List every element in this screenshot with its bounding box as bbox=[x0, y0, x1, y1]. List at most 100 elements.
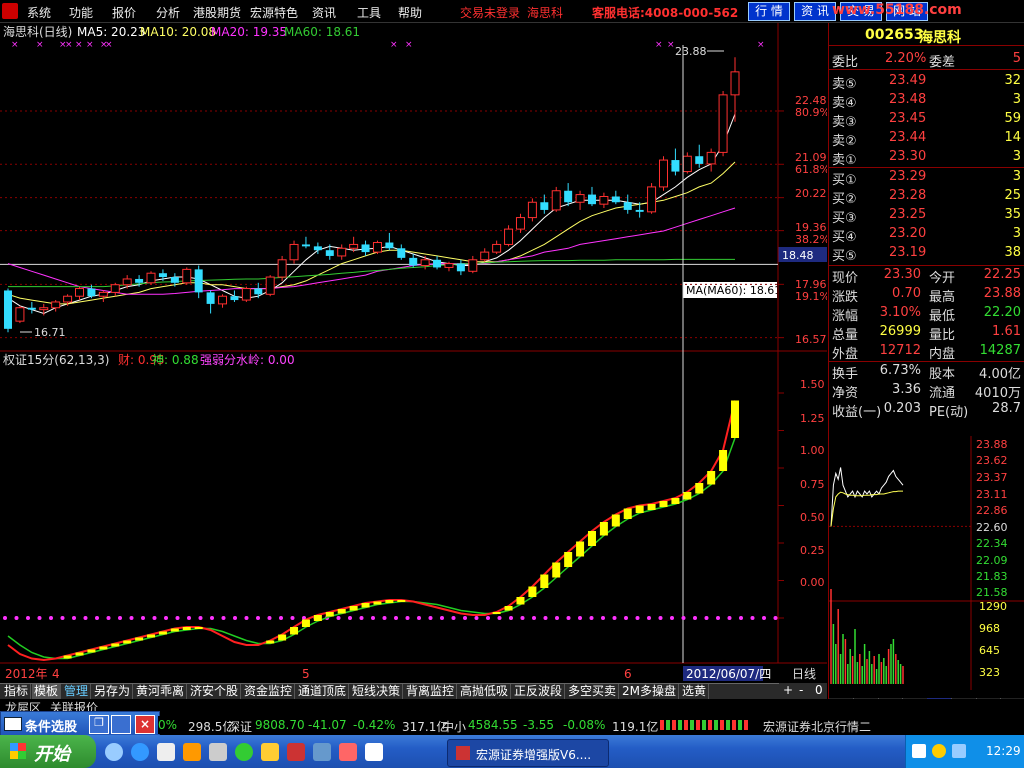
restore-icon[interactable]: ❐ bbox=[89, 715, 109, 734]
app-launch-icon[interactable] bbox=[365, 743, 383, 761]
app-launch-icon[interactable] bbox=[287, 743, 305, 761]
mini-tick: 23.11 bbox=[976, 488, 1008, 501]
indicator-tab[interactable]: 黄河乖离 bbox=[134, 684, 188, 699]
candle-body bbox=[146, 272, 156, 284]
app-launch-icon[interactable] bbox=[313, 743, 331, 761]
indicator-tab[interactable]: 高抛低吸 bbox=[458, 684, 512, 699]
menu-function[interactable]: 功能 bbox=[69, 4, 93, 21]
candle-body bbox=[27, 307, 36, 310]
menu-help[interactable]: 帮助 bbox=[398, 4, 422, 21]
menu-quote[interactable]: 报价 bbox=[112, 4, 136, 21]
indicator-tab[interactable]: 背离监控 bbox=[404, 684, 458, 699]
watershed-dot bbox=[95, 616, 99, 620]
ticker-seg: -0.42% bbox=[353, 718, 396, 732]
signal-bar bbox=[623, 508, 632, 519]
candle-body bbox=[623, 202, 632, 210]
chart-area[interactable]: 海思科(日线) MA5: 20.23 MA10: 20.08 MA20: 19.… bbox=[0, 23, 830, 683]
app-launch-icon[interactable] bbox=[339, 743, 357, 761]
stat-label: 涨跌 bbox=[832, 290, 859, 305]
panel-divider bbox=[829, 361, 1024, 362]
quote-button[interactable]: 行 情 bbox=[748, 2, 790, 21]
candle-body bbox=[647, 186, 657, 213]
buy-row: 买③ 23.25 35 bbox=[829, 206, 1024, 226]
indicator-tab[interactable]: 模板 bbox=[32, 684, 62, 699]
app-launch-icon[interactable] bbox=[209, 743, 227, 761]
task-icon bbox=[456, 746, 470, 760]
menu-tools[interactable]: 工具 bbox=[357, 4, 381, 21]
stat-label: 内盘 bbox=[929, 347, 956, 362]
intraday-chart[interactable]: 23.88 23.62 23.37 23.11 22.86 22.60 22.3… bbox=[829, 436, 1024, 690]
indicator-tab[interactable]: 选黄 bbox=[680, 684, 710, 699]
cai-line bbox=[7, 400, 736, 662]
ticker: 0% 298.5亿 深证 9808.70 -41.07 -0.42% 317.1… bbox=[158, 716, 1024, 734]
stat-label: 量比 bbox=[929, 328, 956, 343]
ma5-label: MA5: 20.23 bbox=[77, 25, 145, 39]
stat-value: 4.00亿 bbox=[979, 367, 1021, 382]
candle-body bbox=[575, 194, 585, 203]
indicator-tab[interactable]: 另存为 bbox=[92, 684, 134, 699]
taskbar-task[interactable]: 宏源证券增强版V6.... bbox=[447, 739, 609, 767]
tray-icon[interactable] bbox=[912, 744, 926, 758]
candle-body bbox=[706, 151, 716, 165]
indicator-tab[interactable]: 济安个股 bbox=[188, 684, 242, 699]
quick-launch bbox=[105, 740, 435, 764]
tray-icon[interactable] bbox=[952, 744, 966, 758]
menu-hk-futures[interactable]: 港股期货 bbox=[193, 4, 241, 21]
ie-icon[interactable] bbox=[131, 743, 149, 761]
indicator-tab[interactable]: 指标 bbox=[2, 684, 32, 699]
indicator-title: 权证15分(62,13,3) bbox=[3, 353, 109, 367]
start-label: 开始 bbox=[34, 744, 70, 765]
candle-body bbox=[39, 307, 49, 311]
watershed-dot bbox=[83, 616, 88, 620]
menu-news[interactable]: 资讯 bbox=[312, 4, 336, 21]
chart-svg[interactable]: 海思科(日线) MA5: 20.23 MA10: 20.08 MA20: 19.… bbox=[0, 23, 830, 683]
vol-tick: 1290 bbox=[979, 600, 1007, 613]
watershed-dot bbox=[210, 616, 214, 620]
ma-line-ma20 bbox=[7, 207, 736, 295]
watershed-dot bbox=[497, 616, 502, 620]
menu-system[interactable]: 系统 bbox=[27, 4, 51, 21]
zoom-out-button[interactable]: - bbox=[799, 683, 803, 697]
app-launch-icon[interactable] bbox=[157, 743, 175, 761]
candle-body bbox=[289, 243, 299, 261]
indicator-tab[interactable]: 管理 bbox=[62, 684, 92, 699]
close-icon[interactable]: × bbox=[135, 715, 155, 734]
indicator-tab[interactable]: 正反波段 bbox=[512, 684, 566, 699]
desktop-icon[interactable] bbox=[105, 743, 123, 761]
news-button[interactable]: 资 讯 bbox=[794, 2, 836, 21]
menu-analysis[interactable]: 分析 bbox=[156, 4, 180, 21]
signal-bar bbox=[158, 631, 167, 635]
zoom-reset-button[interactable]: 0 bbox=[815, 683, 823, 697]
watershed-dot bbox=[394, 616, 398, 620]
indicator-tab[interactable]: 资金监控 bbox=[242, 684, 296, 699]
watershed-dot bbox=[578, 616, 582, 620]
indicator-tab[interactable]: 2M多操盘 bbox=[620, 684, 679, 699]
zoom-in-button[interactable]: + bbox=[783, 683, 793, 697]
watershed-dot bbox=[129, 616, 134, 620]
candle-body bbox=[87, 288, 96, 297]
app-icon[interactable] bbox=[2, 3, 18, 19]
menu-hongyuan[interactable]: 宏源特色 bbox=[250, 4, 298, 21]
stat-row: 涨跌 0.70 最高 23.88 bbox=[829, 285, 1024, 305]
start-button[interactable]: 开始 bbox=[0, 735, 96, 768]
app-launch-icon[interactable] bbox=[235, 743, 253, 761]
watershed-dot bbox=[704, 616, 709, 620]
trade-status[interactable]: 交易未登录 bbox=[460, 4, 520, 21]
signal-bar bbox=[659, 501, 668, 507]
tray-icon[interactable] bbox=[932, 744, 946, 758]
app-launch-icon[interactable] bbox=[183, 743, 201, 761]
buy-price: 23.25 bbox=[889, 207, 927, 222]
panel-divider bbox=[829, 265, 1024, 266]
buy-volume: 38 bbox=[1004, 245, 1021, 260]
indicator-tab[interactable]: 短线决策 bbox=[350, 684, 404, 699]
ind-tick: 1.00 bbox=[800, 444, 825, 457]
app-launch-icon[interactable] bbox=[261, 743, 279, 761]
stat-label: 总量 bbox=[832, 328, 859, 343]
indicator-tab[interactable]: 多空买卖 bbox=[566, 684, 620, 699]
indicator-tab[interactable]: 通道顶底 bbox=[296, 684, 350, 699]
watershed-dot bbox=[474, 616, 479, 620]
candle-body bbox=[420, 259, 430, 267]
condition-dialog[interactable]: 条件选股 ❐ × bbox=[0, 711, 160, 737]
minimize-icon[interactable] bbox=[111, 715, 131, 734]
candle-body bbox=[540, 202, 549, 210]
